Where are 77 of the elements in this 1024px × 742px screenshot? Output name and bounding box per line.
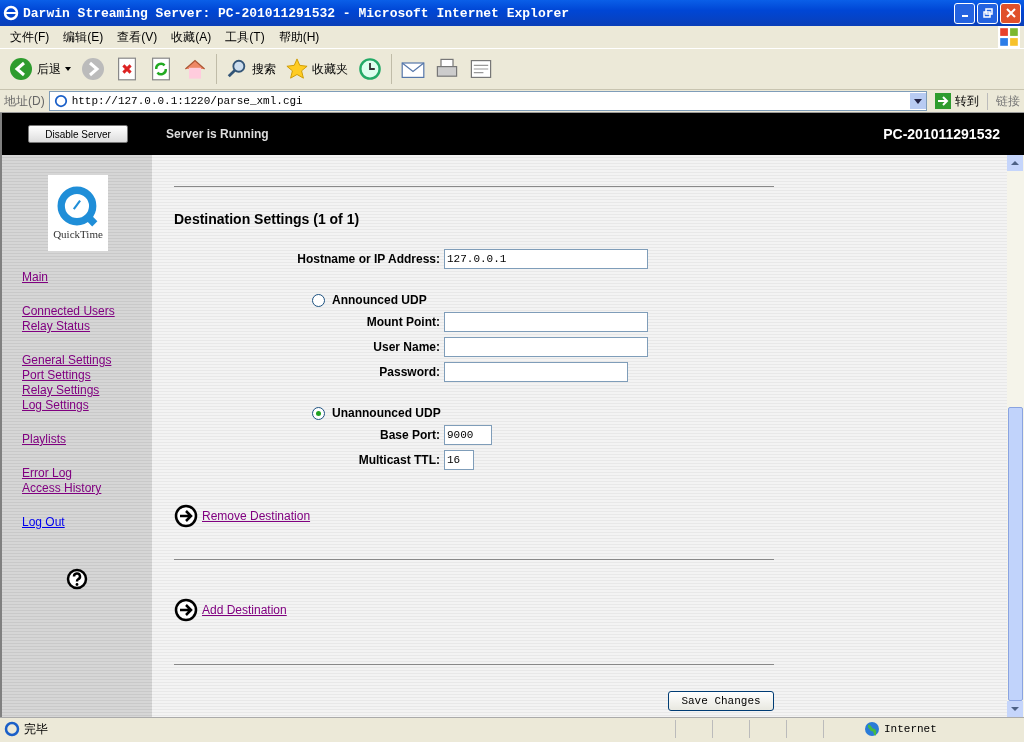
section-heading: Destination Settings (1 of 1) [174,211,361,227]
home-icon[interactable] [183,57,207,81]
sidebar-link[interactable]: Playlists [22,432,66,447]
refresh-icon[interactable] [149,57,173,81]
close-icon [1005,8,1016,18]
globe-icon [864,721,880,737]
dropdown-icon[interactable] [910,93,926,109]
save-changes-button[interactable]: Save Changes [668,691,774,711]
scroll-up-icon[interactable] [1007,155,1023,171]
go-arrow-icon [935,93,951,109]
arrow-circle-icon[interactable] [174,504,198,528]
sidebar-link[interactable]: Port Settings [22,368,91,383]
field-label: Hostname or IP Address: [296,252,440,266]
window-title: Darwin Streaming Server: PC-201011291532 - Microsoft Internet Explorer [23,5,571,21]
search-button[interactable]: 搜索 [223,56,279,82]
sidebar-link[interactable]: Connected Users [22,304,115,319]
status-text: 完毕 [24,720,49,738]
sidebar-link[interactable]: General Settings [22,353,112,368]
server-name: PC-201011291532 [883,126,1000,142]
input-field[interactable] [444,337,648,357]
page-icon [53,94,68,108]
field-label: User Name: [372,340,440,354]
scrollbar[interactable] [1007,155,1024,717]
field-label: Base Port: [378,428,440,442]
minimize-button[interactable] [954,2,975,24]
scroll-down-icon[interactable] [1007,701,1023,717]
minimize-icon [961,15,968,17]
radio-label: Unannounced UDP [332,406,441,420]
menu-item[interactable]: 工具(T) [225,28,265,46]
quicktime-logo: QuickTime [48,175,108,251]
address-field[interactable]: http://127.0.0.1:1220/parse_xml.cgi [48,91,927,111]
address-label: 地址(D) [4,92,45,110]
input-field[interactable] [444,312,648,332]
menu-item[interactable]: 帮助(H) [278,28,320,46]
sidebar-link[interactable]: Error Log [22,466,73,481]
sidebar-link[interactable]: Relay Settings [22,383,100,398]
ie-icon [3,5,19,21]
restore-button[interactable] [977,2,998,24]
close-button[interactable] [1000,2,1021,24]
hostname-field[interactable]: 127.0.0.1 [444,249,648,269]
links-button[interactable]: 链接 [987,92,1020,110]
server-status: Server is Running [166,127,269,141]
restore-icon [982,8,993,18]
history-icon[interactable] [358,57,382,81]
edit-icon[interactable] [469,57,493,81]
menu-item[interactable]: 编辑(E) [63,28,104,46]
remove-destination-link[interactable]: Remove Destination [202,509,311,523]
favorites-button[interactable]: 收藏夹 [283,56,351,82]
input-field[interactable]: 9000 [444,425,492,445]
radio-button[interactable] [312,406,325,420]
search-icon [226,58,248,80]
sidebar-link[interactable]: Access History [22,481,102,496]
radio-label: Announced UDP [332,293,427,307]
sidebar-link[interactable]: Relay Status [22,319,91,334]
star-icon [286,58,308,80]
sidebar-link[interactable]: Log Settings [22,398,89,413]
sidebar-link[interactable]: Log Out [22,515,65,530]
sidebar-link[interactable]: Main [22,270,48,285]
ie-icon [4,721,20,737]
disable-server-button[interactable]: Disable Server [28,125,128,143]
radio-button[interactable] [312,293,325,307]
stop-icon[interactable] [115,57,139,81]
field-label: Password: [378,365,440,379]
back-button[interactable]: 后退 [6,55,74,83]
field-label: Mount Point: [365,315,440,329]
menu-item[interactable]: 查看(V) [117,28,158,46]
add-destination-link[interactable]: Add Destination [202,603,287,617]
field-label: Multicast TTL: [357,453,440,467]
input-field[interactable]: 16 [444,450,474,470]
input-field[interactable] [444,362,628,382]
menu-item[interactable]: 收藏(A) [171,28,212,46]
security-zone: Internet [884,723,938,735]
caret-icon[interactable] [65,67,71,71]
arrow-circle-icon[interactable] [174,598,198,622]
help-icon[interactable] [66,568,88,590]
menu-item[interactable]: 文件(F) [10,28,50,46]
go-button[interactable]: 转到 [931,92,983,110]
